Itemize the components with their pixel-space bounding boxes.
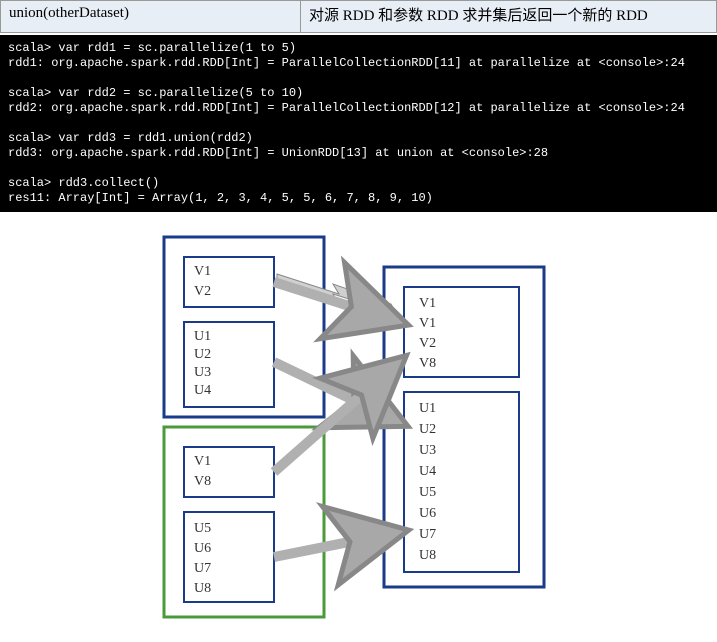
diagram-area: V1 V2 U1 U2 U3 U4 V1 V8 U5 U6 U7 U8 V1 V… [0,212,717,642]
terminal-block: scala> var rdd1 = sc.parallelize(1 to 5)… [0,35,717,212]
partition-item: U3 [194,365,211,380]
group-blue-rect [164,237,324,417]
term-line-4: scala> var rdd2 = sc.parallelize(5 to 10… [8,86,303,100]
partition-item: U6 [194,541,211,556]
result-item: U2 [419,422,436,437]
partition-item: V1 [194,454,211,469]
term-line-1: scala> var rdd1 = sc.parallelize(1 to 5) [8,41,296,55]
result-item: V1 [419,316,436,331]
result-item: U1 [419,401,436,416]
term-line-11: res11: Array[Int] = Array(1, 2, 3, 4, 5,… [8,191,433,205]
method-name-cell: union(otherDataset) [1,1,301,32]
partition-item: V8 [194,474,211,489]
partition-item: U4 [194,383,211,398]
description-cell: 对源 RDD 和参数 RDD 求并集后返回一个新的 RDD [301,1,716,32]
arrow-icon [274,532,399,557]
result-item: U6 [419,506,436,521]
term-line-8: rdd3: org.apache.spark.rdd.RDD[Int] = Un… [8,146,548,160]
result-item: V8 [419,356,436,371]
result-item: U8 [419,548,436,563]
partition-item: U1 [194,329,211,344]
result-item: U5 [419,485,436,500]
term-line-10: scala> rdd3.collect() [8,176,159,190]
header-row: union(otherDataset) 对源 RDD 和参数 RDD 求并集后返… [0,0,717,33]
partition-item: U5 [194,521,211,536]
result-item: U3 [419,443,436,458]
result-item: V2 [419,336,436,351]
arrow-icon [274,274,399,322]
description-text: 对源 RDD 和参数 RDD 求并集后返回一个新的 RDD [309,8,648,24]
union-diagram: V1 V2 U1 U2 U3 U4 V1 V8 U5 U6 U7 U8 V1 V… [159,232,559,632]
result-item: V1 [419,296,436,311]
partition-item: V2 [194,284,211,299]
partition-item: U8 [194,581,211,596]
result-item: U4 [419,464,436,479]
method-name: union(otherDataset) [9,5,129,21]
term-line-2: rdd1: org.apache.spark.rdd.RDD[Int] = Pa… [8,56,685,70]
result-item: U7 [419,527,436,542]
partition-item: V1 [194,264,211,279]
partition-item: U2 [194,347,211,362]
term-line-5: rdd2: org.apache.spark.rdd.RDD[Int] = Pa… [8,101,685,115]
partition-item: U7 [194,561,211,576]
result-box [404,392,519,572]
term-line-7: scala> var rdd3 = rdd1.union(rdd2) [8,131,253,145]
